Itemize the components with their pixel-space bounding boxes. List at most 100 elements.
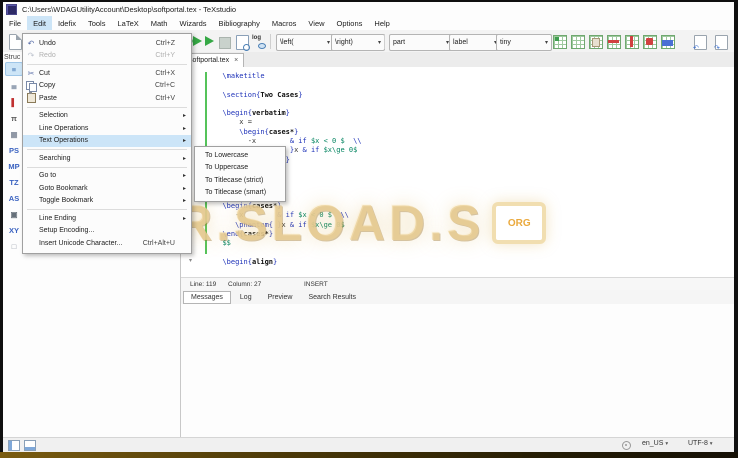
code-line[interactable]: \begin{cases*} xyxy=(214,202,362,211)
bookmarks-list-icon[interactable]: ≣ xyxy=(6,80,22,92)
menu-macros[interactable]: Macros xyxy=(266,16,303,30)
code-line[interactable]: \maketitle xyxy=(214,72,362,81)
menu-item-text-operations[interactable]: Text Operations ▸ xyxy=(23,134,191,147)
fontsize-combo[interactable]: tiny ▾ xyxy=(496,34,552,51)
menu-item-insert-unicode-character[interactable]: Insert Unicode Character... Ctrl+Alt+U xyxy=(23,237,191,250)
screen-frame xyxy=(0,452,738,458)
submenu-item-to-uppercase[interactable]: To Uppercase xyxy=(195,162,285,175)
code-line[interactable]: \begin{align} xyxy=(214,258,362,267)
menu-item-selection[interactable]: Selection ▸ xyxy=(23,110,191,123)
menu-options[interactable]: Options xyxy=(331,16,369,30)
language-selector[interactable]: en_US ▾ xyxy=(642,440,668,447)
menu-item-goto-bookmark[interactable]: Goto Bookmark ▸ xyxy=(23,182,191,195)
beamer-icon[interactable]: ▣ xyxy=(6,208,22,220)
menu-separator xyxy=(27,64,187,65)
menu-item-redo[interactable]: ↷ Redo Ctrl+Y xyxy=(23,50,191,63)
code-line[interactable]: -x & if $x < 0 $ \\ xyxy=(214,137,362,146)
editor-statusline: Line: 119 Column: 27 INSERT xyxy=(181,277,734,291)
menu-item-setup-encoding[interactable]: Setup Encoding... xyxy=(23,225,191,238)
math-symbols-icon[interactable]: π xyxy=(6,112,22,124)
menu-wizards[interactable]: Wizards xyxy=(173,16,212,30)
bottom-tab-search-results[interactable]: Search Results xyxy=(302,292,363,303)
table-insert-icon[interactable] xyxy=(553,35,567,49)
xypic-icon[interactable]: XY xyxy=(6,224,22,236)
metapost-icon[interactable]: MP xyxy=(6,160,22,172)
bottom-tab-messages[interactable]: Messages xyxy=(183,290,231,304)
menu-latex[interactable]: LaTeX xyxy=(111,16,144,30)
submenu-item-to-titlecase-smart[interactable]: To Titlecase (smart) xyxy=(195,187,285,200)
code-line[interactable]: \begin{verbatim} xyxy=(214,109,362,118)
encoding-selector[interactable]: UTF-8 ▾ xyxy=(688,440,713,447)
gear-icon[interactable] xyxy=(622,441,631,450)
structure-icon[interactable]: ≡ xyxy=(5,62,23,76)
toggle-bottompanel-icon[interactable] xyxy=(24,440,36,451)
menu-item-label: Redo xyxy=(39,52,56,60)
right-delimiter-combo[interactable]: \right) ▾ xyxy=(331,34,385,51)
compile-icon[interactable] xyxy=(205,36,214,46)
tab-softportal[interactable]: softportal.tex × xyxy=(183,53,245,68)
code-line[interactable]: $$ xyxy=(214,239,362,248)
menu-tools[interactable]: Tools xyxy=(82,16,112,30)
submenu-item-to-titlecase-strict[interactable]: To Titlecase (strict) xyxy=(195,174,285,187)
code-line[interactable]: \begin{cases*} xyxy=(214,128,362,137)
new-document-icon[interactable] xyxy=(9,34,22,50)
build-and-view-icon-2[interactable] xyxy=(193,36,202,46)
reference-combo[interactable]: label▾ xyxy=(449,34,501,51)
menu-item-line-operations[interactable]: Line Operations ▸ xyxy=(23,122,191,135)
tikz-icon[interactable]: TZ xyxy=(6,176,22,188)
menu-item-label: Undo xyxy=(39,39,56,47)
bottom-tab-preview[interactable]: Preview xyxy=(261,292,300,303)
code-line[interactable] xyxy=(214,81,362,90)
code-line[interactable]: -x & if $x < 0 $ \\ xyxy=(214,211,362,220)
menu-shortcut: Ctrl+V xyxy=(155,94,175,102)
code-line[interactable]: x = xyxy=(214,118,362,127)
table-format-icon[interactable] xyxy=(661,35,675,49)
table-remove-row-icon[interactable] xyxy=(607,35,621,49)
table-symbols-icon[interactable]: ▦ xyxy=(6,128,22,140)
code-line[interactable]: \end{cases*} xyxy=(214,230,362,239)
menu-item-cut[interactable]: ✂ Cut Ctrl+X xyxy=(23,67,191,80)
text-operations-submenu: To Lowercase To Uppercase To Titlecase (st… xyxy=(194,146,286,202)
asymptote-icon[interactable]: AS xyxy=(6,192,22,204)
menu-view[interactable]: View xyxy=(302,16,330,30)
bottom-tab-log[interactable]: Log xyxy=(233,292,259,303)
submenu-item-to-lowercase[interactable]: To Lowercase xyxy=(195,149,285,162)
table-paste-icon[interactable] xyxy=(589,35,603,49)
menu-item-toggle-bookmark[interactable]: Toggle Bookmark ▸ xyxy=(23,195,191,208)
menu-bibliography[interactable]: Bibliography xyxy=(213,16,266,30)
close-icon[interactable]: × xyxy=(234,57,238,64)
table-remove-column-icon[interactable] xyxy=(625,35,639,49)
sectioning-combo[interactable]: part ▾ xyxy=(389,34,453,51)
code-line[interactable] xyxy=(214,100,362,109)
menu-math[interactable]: Math xyxy=(145,16,174,30)
left-delimiter-combo[interactable]: \left(▾ xyxy=(276,34,334,51)
menu-item-line-ending[interactable]: Line Ending ▸ xyxy=(23,212,191,225)
fold-arrow-icon[interactable]: ▾ xyxy=(189,257,192,264)
view-pdf-icon[interactable] xyxy=(236,35,250,51)
menu-file[interactable]: File xyxy=(3,16,27,30)
menu-help[interactable]: Help xyxy=(368,16,395,30)
table-remove-icon[interactable] xyxy=(643,35,657,49)
pstricks-icon[interactable]: PS xyxy=(6,144,22,156)
snippets-icon[interactable]: □ xyxy=(6,240,22,252)
menu-idefix[interactable]: Idefix xyxy=(52,16,82,30)
menu-item-searching[interactable]: Searching ▸ xyxy=(23,152,191,165)
previous-document-icon[interactable]: ↶ xyxy=(693,35,707,52)
menu-item-copy[interactable]: Copy Ctrl+C xyxy=(23,80,191,93)
menu-item-go-to[interactable]: Go to ▸ xyxy=(23,170,191,183)
menu-edit[interactable]: Edit xyxy=(27,16,53,30)
table-modify-icon[interactable] xyxy=(571,35,585,49)
next-document-icon[interactable]: ↷ xyxy=(714,35,728,52)
view-log-icon[interactable]: log xyxy=(251,35,266,49)
code-line[interactable] xyxy=(214,249,362,258)
bookmark-icon[interactable]: ▌ xyxy=(6,96,22,108)
toggle-sidepanel-icon[interactable] xyxy=(8,440,20,451)
menu-shortcut: Ctrl+C xyxy=(154,82,175,90)
menu-item-undo[interactable]: ↶ Undo Ctrl+Z xyxy=(23,37,191,50)
code-line[interactable]: \phantom{ }x & if $x\ge 0$ xyxy=(214,221,362,230)
magnifier-icon xyxy=(243,44,250,51)
menu-item-label: Copy xyxy=(39,82,56,90)
menu-item-paste[interactable]: Paste Ctrl+V xyxy=(23,92,191,105)
code-line[interactable]: \section{Two Cases} xyxy=(214,91,362,100)
menu-item-label: Selection xyxy=(39,112,68,120)
